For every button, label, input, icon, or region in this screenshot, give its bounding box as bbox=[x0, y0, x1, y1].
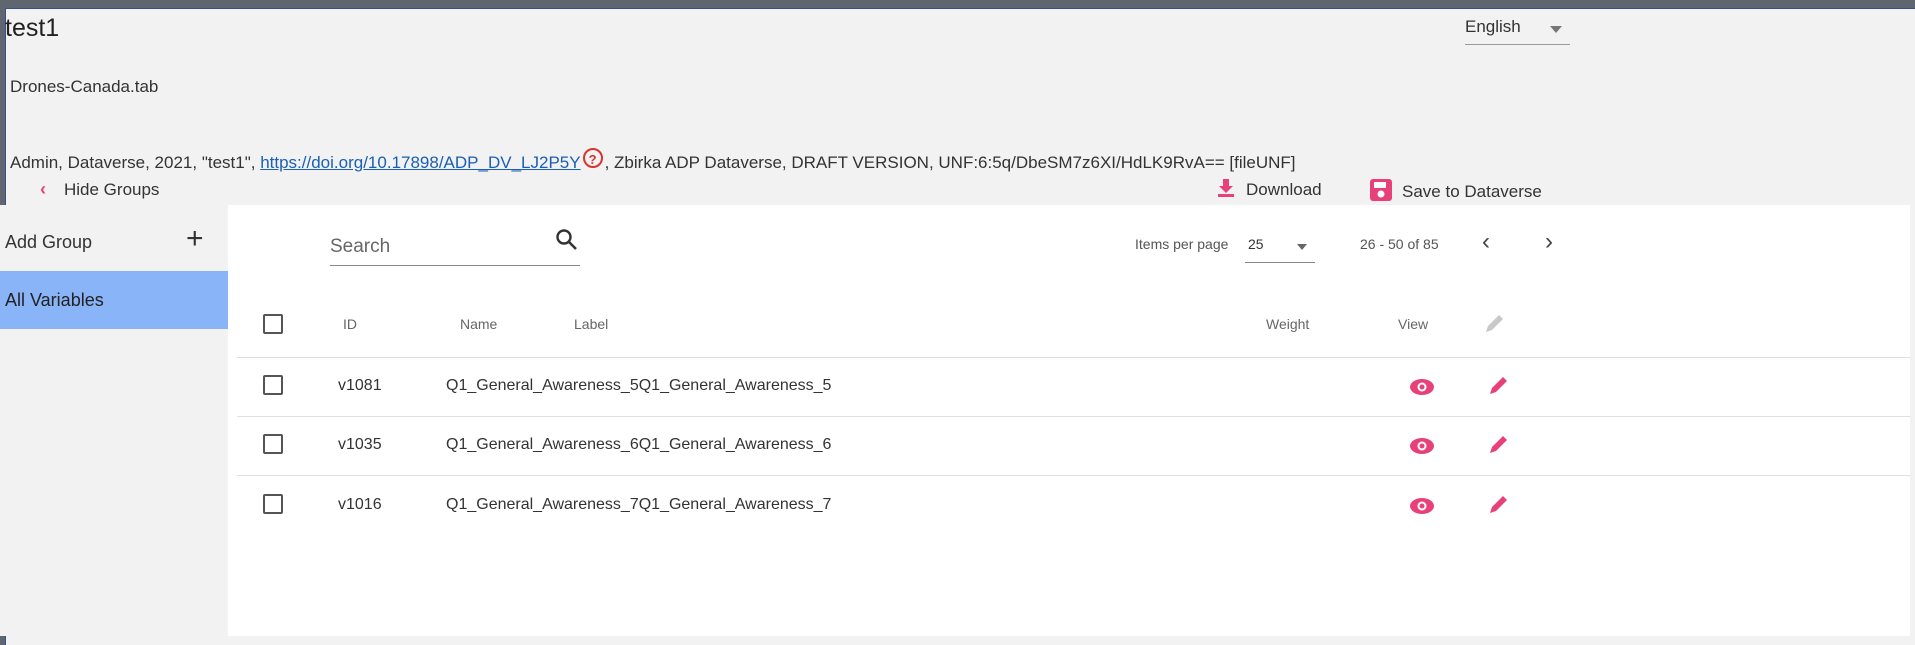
doi-link[interactable]: https://doi.org/10.17898/ADP_DV_LJ2P5Y bbox=[260, 153, 580, 172]
download-button[interactable]: Download bbox=[1218, 179, 1322, 200]
pagination-range: 26 - 50 of 85 bbox=[1360, 236, 1439, 252]
eye-icon[interactable] bbox=[1409, 437, 1435, 455]
column-header-id[interactable]: ID bbox=[343, 316, 357, 332]
page-title: test1 bbox=[5, 14, 60, 42]
items-per-page-underline bbox=[1245, 262, 1315, 263]
eye-icon[interactable] bbox=[1409, 497, 1435, 515]
citation: Admin, Dataverse, 2021, "test1", https:/… bbox=[10, 148, 1296, 173]
column-header-name[interactable]: Name bbox=[460, 316, 497, 332]
search-input[interactable]: Search bbox=[330, 236, 390, 258]
sidebar-item-label: All Variables bbox=[5, 290, 104, 310]
row-checkbox[interactable] bbox=[263, 494, 283, 514]
row-name: Q1_General_Awareness_7Q1_General_Awarene… bbox=[446, 496, 832, 513]
hide-groups-button[interactable]: ‹ Hide Groups bbox=[40, 179, 159, 200]
row-id: v1016 bbox=[338, 496, 382, 513]
column-header-view: View bbox=[1398, 316, 1429, 332]
citation-prefix: Admin, Dataverse, 2021, "test1", bbox=[10, 153, 261, 172]
select-all-checkbox[interactable] bbox=[263, 314, 283, 334]
edit-icon bbox=[1486, 315, 1503, 332]
search-underline bbox=[330, 265, 580, 266]
row-id: v1035 bbox=[338, 436, 382, 453]
add-group-label: Add Group bbox=[5, 232, 93, 252]
edit-icon[interactable] bbox=[1488, 433, 1510, 455]
edit-icon[interactable] bbox=[1488, 374, 1510, 396]
column-header-weight: Weight bbox=[1266, 316, 1310, 332]
language-select-underline bbox=[1465, 44, 1570, 45]
sidebar-item-all-variables[interactable]: All Variables bbox=[0, 271, 228, 329]
citation-suffix: , Zbirka ADP Dataverse, DRAFT VERSION, U… bbox=[604, 153, 1296, 172]
chevron-down-icon[interactable] bbox=[1297, 244, 1307, 250]
plus-icon[interactable]: + bbox=[186, 222, 204, 256]
download-label: Download bbox=[1246, 180, 1322, 199]
items-per-page-select[interactable]: 25 bbox=[1248, 236, 1264, 252]
row-checkbox[interactable] bbox=[263, 434, 283, 454]
variables-panel bbox=[228, 205, 1910, 636]
row-name: Q1_General_Awareness_6Q1_General_Awarene… bbox=[446, 436, 832, 453]
column-header-label[interactable]: Label bbox=[574, 316, 608, 332]
download-icon bbox=[1218, 179, 1234, 197]
file-name: Drones-Canada.tab bbox=[10, 77, 159, 96]
language-select[interactable]: English bbox=[1465, 17, 1521, 37]
row-name: Q1_General_Awareness_5Q1_General_Awarene… bbox=[446, 377, 832, 394]
edit-icon[interactable] bbox=[1488, 493, 1510, 515]
groups-sidebar bbox=[0, 205, 228, 636]
row-divider bbox=[237, 475, 1910, 476]
save-label: Save to Dataverse bbox=[1402, 182, 1542, 201]
save-to-dataverse-button[interactable]: Save to Dataverse bbox=[1370, 179, 1542, 202]
search-icon[interactable] bbox=[555, 228, 579, 252]
help-icon[interactable]: ? bbox=[582, 148, 603, 168]
next-page-button[interactable]: › bbox=[1545, 228, 1553, 256]
row-divider bbox=[237, 357, 1910, 358]
eye-icon[interactable] bbox=[1409, 378, 1435, 396]
row-id: v1081 bbox=[338, 377, 382, 394]
row-divider bbox=[237, 416, 1910, 417]
chevron-left-icon: ‹ bbox=[40, 179, 46, 199]
chevron-down-icon[interactable] bbox=[1550, 26, 1562, 33]
previous-page-button[interactable]: ‹ bbox=[1482, 228, 1490, 256]
row-checkbox[interactable] bbox=[263, 375, 283, 395]
save-icon bbox=[1370, 179, 1392, 201]
items-per-page-label: Items per page bbox=[1135, 236, 1229, 252]
hide-groups-label: Hide Groups bbox=[64, 180, 160, 199]
